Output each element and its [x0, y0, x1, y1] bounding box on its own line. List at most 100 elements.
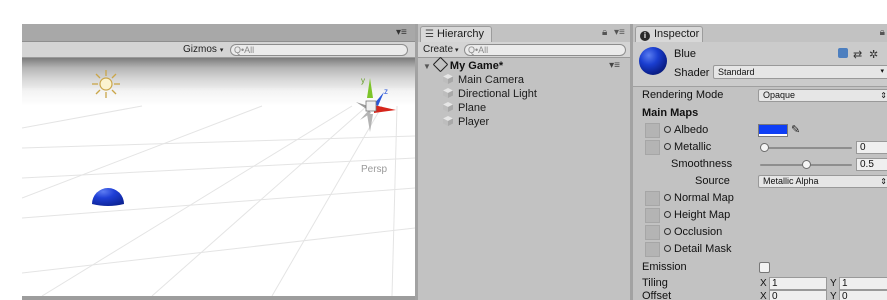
- rendering-mode-dropdown[interactable]: Opaque ⇕: [758, 89, 887, 102]
- gameobject-cube-icon: [443, 88, 453, 98]
- tab-hierarchy[interactable]: ☰ Hierarchy: [420, 26, 492, 42]
- hierarchy-search-input[interactable]: Q•All: [464, 44, 626, 56]
- albedo-color-swatch[interactable]: [758, 124, 788, 137]
- object-picker-icon[interactable]: [664, 143, 671, 150]
- rendering-mode-value: Opaque: [763, 90, 796, 100]
- metallic-label[interactable]: Metallic: [664, 139, 711, 156]
- create-label: Create: [423, 44, 454, 55]
- foldout-arrow-icon[interactable]: ▼: [423, 62, 431, 71]
- hierarchy-search-placeholder: Q•All: [468, 45, 489, 55]
- albedo-texture-slot[interactable]: [645, 123, 660, 138]
- albedo-row: Albedo ✎: [633, 122, 887, 139]
- eyedropper-icon[interactable]: ✎: [791, 122, 800, 139]
- rendering-mode-row: Rendering Mode Opaque ⇕: [633, 87, 887, 104]
- orientation-gizmo-icon[interactable]: y z: [344, 72, 400, 134]
- panel-menu-icon[interactable]: ▾≡: [614, 27, 625, 39]
- scene-bottom-bar: [22, 296, 415, 300]
- albedo-label-text: Albedo: [674, 124, 709, 136]
- panel-menu-icon[interactable]: ▾≡: [396, 27, 407, 39]
- shader-value: Standard: [718, 67, 755, 77]
- scene-menu-icon[interactable]: ▾≡: [609, 59, 620, 73]
- occlusion-row: Occlusion: [633, 224, 887, 241]
- gizmo-z-label: z: [384, 87, 388, 96]
- hierarchy-panel: ☰ Hierarchy 🔒︎ ▾≡ Create ▾ Q•All ▼ My Game*…: [418, 24, 630, 300]
- object-picker-icon[interactable]: [664, 211, 671, 218]
- hierarchy-list-icon: ☰: [425, 29, 434, 40]
- inspector-panel: i Inspector 🔒︎ Blue ⇄ ✲ Shader Standard ▾ …: [633, 24, 887, 300]
- gameobject-cube-icon: [443, 102, 453, 112]
- metallic-value-field[interactable]: 0: [856, 141, 887, 154]
- source-label: Source: [695, 175, 730, 187]
- source-value: Metallic Alpha: [763, 176, 819, 186]
- height-map-label-text: Height Map: [674, 209, 731, 221]
- detail-mask-texture-slot[interactable]: [645, 242, 660, 257]
- smoothness-value-field[interactable]: 0.5: [856, 158, 887, 171]
- offset-x-label: X: [760, 291, 767, 300]
- directional-light-icon[interactable]: [90, 68, 122, 100]
- source-dropdown[interactable]: Metallic Alpha ⇕: [758, 175, 887, 188]
- lock-icon[interactable]: 🔒︎: [880, 27, 885, 38]
- player-sphere[interactable]: [90, 184, 126, 208]
- perspective-label[interactable]: Persp: [361, 164, 387, 175]
- gizmos-dropdown[interactable]: Gizmos ▾: [180, 43, 226, 57]
- smoothness-label: Smoothness: [671, 158, 733, 170]
- hierarchy-item-main-camera[interactable]: Main Camera: [418, 73, 630, 87]
- lock-icon[interactable]: 🔒︎: [602, 27, 607, 39]
- scene-root-item[interactable]: ▼ My Game* ▾≡: [418, 56, 630, 73]
- scene-viewport[interactable]: y z Persp: [22, 58, 415, 296]
- create-dropdown[interactable]: Create ▾: [423, 43, 459, 57]
- normal-map-row: Normal Map: [633, 190, 887, 207]
- height-map-label[interactable]: Height Map: [664, 207, 730, 224]
- hierarchy-item-player[interactable]: Player: [418, 115, 630, 129]
- emission-checkbox[interactable]: [759, 262, 770, 273]
- hierarchy-tab-label: Hierarchy: [436, 28, 485, 40]
- hierarchy-item-directional-light[interactable]: Directional Light: [418, 87, 630, 101]
- object-picker-icon[interactable]: [664, 228, 671, 235]
- offset-y-field[interactable]: 0: [839, 290, 887, 300]
- smoothness-slider-thumb[interactable]: [801, 160, 811, 169]
- hierarchy-tree: ▼ My Game* ▾≡ Main Camera Directional Lig…: [418, 56, 630, 129]
- updown-arrow-icon: ⇕: [880, 91, 887, 100]
- metallic-label-text: Metallic: [674, 141, 712, 153]
- hierarchy-item-label: Plane: [458, 102, 487, 114]
- detail-mask-row: Detail Mask: [633, 241, 887, 258]
- occlusion-texture-slot[interactable]: [645, 225, 660, 240]
- object-picker-icon[interactable]: [664, 194, 671, 201]
- updown-arrow-icon: ⇕: [880, 177, 887, 186]
- offset-x-field[interactable]: 0: [769, 290, 827, 300]
- albedo-label[interactable]: Albedo: [664, 122, 708, 139]
- height-map-row: Height Map: [633, 207, 887, 224]
- occlusion-label[interactable]: Occlusion: [664, 224, 722, 241]
- scene-search-input[interactable]: Q•All: [230, 44, 408, 56]
- tab-inspector[interactable]: i Inspector: [635, 26, 703, 42]
- gear-icon[interactable]: ✲: [869, 48, 878, 61]
- hierarchy-item-label: Player: [458, 116, 490, 128]
- metallic-row: Metallic 0: [633, 139, 887, 156]
- metallic-slider-track[interactable]: [760, 147, 852, 149]
- scene-panel: ▾≡ Gizmos ▾ Q•All y z Persp: [22, 24, 415, 300]
- metallic-texture-slot[interactable]: [645, 140, 660, 155]
- unity-scene-icon: [432, 56, 449, 73]
- hierarchy-item-plane[interactable]: Plane: [418, 101, 630, 115]
- object-picker-icon[interactable]: [664, 245, 671, 252]
- shader-label: Shader: [674, 67, 710, 79]
- normal-map-label[interactable]: Normal Map: [664, 190, 734, 207]
- hierarchy-item-label: Directional Light: [458, 88, 537, 100]
- scene-tab-strip: ▾≡: [22, 24, 415, 42]
- scene-toolbar: Gizmos ▾ Q•All: [22, 42, 415, 58]
- metallic-slider-thumb[interactable]: [760, 143, 769, 152]
- offset-row: Offset X 0 Y 0: [633, 288, 887, 300]
- shader-dropdown[interactable]: Standard ▾: [713, 65, 887, 79]
- detail-mask-label[interactable]: Detail Mask: [664, 241, 731, 258]
- height-map-texture-slot[interactable]: [645, 208, 660, 223]
- object-picker-icon[interactable]: [664, 126, 671, 133]
- offset-label: Offset: [642, 290, 672, 300]
- normal-map-texture-slot[interactable]: [645, 191, 660, 206]
- info-icon: i: [640, 31, 650, 41]
- preset-icon[interactable]: ⇄: [853, 48, 862, 61]
- main-maps-row: Main Maps: [633, 105, 887, 122]
- help-icon[interactable]: [838, 48, 848, 60]
- scene-root-label: My Game*: [449, 60, 504, 72]
- dropdown-arrow-icon: ▾: [455, 47, 459, 54]
- detail-mask-label-text: Detail Mask: [674, 243, 732, 255]
